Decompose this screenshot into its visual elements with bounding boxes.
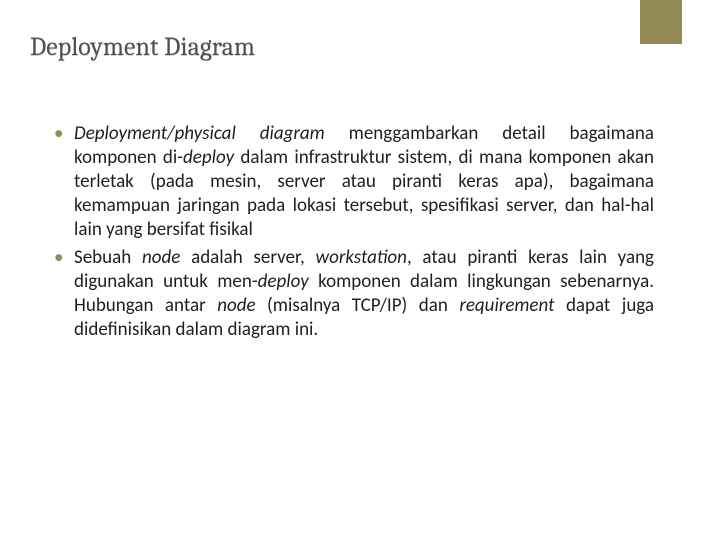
accent-bar xyxy=(640,0,682,44)
slide-content: Deployment Diagram Deployment/physical d… xyxy=(0,0,720,341)
page-title: Deployment Diagram xyxy=(30,32,662,62)
list-item: Deployment/physical diagram menggambarka… xyxy=(54,122,654,242)
list-item: Sebuah node adalah server, workstation, … xyxy=(54,246,654,342)
bullet-list: Deployment/physical diagram menggambarka… xyxy=(30,122,662,341)
